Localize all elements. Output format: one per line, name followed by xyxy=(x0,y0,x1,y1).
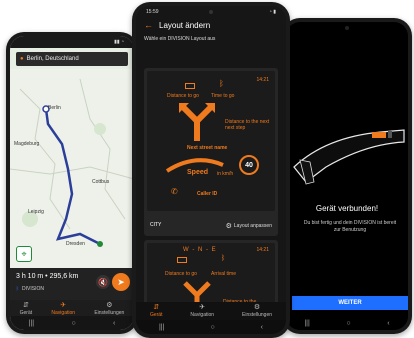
phone-icon: ✆ xyxy=(171,187,178,196)
layout-card-second[interactable]: 14:21 W - N - E ᛒ Distance to go Arrival… xyxy=(144,240,278,310)
adjust-layout-label: Layout anpassen xyxy=(233,223,272,229)
map-label-dresden: Dresden xyxy=(66,241,85,247)
bluetooth-icon: ᛒ xyxy=(219,79,224,88)
tab-settings[interactable]: ⚙ Einstellungen xyxy=(242,304,272,318)
connected-message: Du bist fertig und dein DIVISION ist ber… xyxy=(303,220,397,233)
map-label-berlin: Berlin xyxy=(48,105,61,111)
bluetooth-icon: ᛒ xyxy=(16,286,20,292)
navigation-icon: ✈ xyxy=(199,304,206,311)
adjust-layout-button[interactable]: ⚙ Layout anpassen xyxy=(226,222,272,230)
brand-label: DIVISION xyxy=(22,286,44,292)
distance-to-go-label: Distance to go xyxy=(165,271,197,277)
layout-preview: 14:21 ᛒ Distance to go Time to go Distan… xyxy=(147,71,275,211)
recenter-button[interactable]: ⌖ xyxy=(16,246,32,262)
map-view[interactable]: Berlin Dresden Leipzig Cottbus Magdeburg… xyxy=(10,69,134,269)
bottom-tabbar: ⇵ Gerät ✈ Navigation ⚙ Einstellungen xyxy=(136,302,286,320)
speaker-mute-icon: 🔇 xyxy=(98,277,108,287)
start-navigation-button[interactable]: ➤ xyxy=(112,273,130,291)
header-title: Layout ändern xyxy=(159,20,211,30)
tab-label: Navigation xyxy=(190,312,215,318)
time-to-go-label: Time to go xyxy=(211,93,235,99)
route-summary: 3 h 10 m • 295,6 km xyxy=(16,273,79,280)
route-info-panel: 3 h 10 m • 295,6 km ᛒ DIVISION 🔇 ➤ xyxy=(10,268,134,304)
location-text: Berlin, Deutschland xyxy=(26,56,79,62)
speed-limit-sign: 40 xyxy=(239,155,259,175)
bluetooth-icon: ᛒ xyxy=(221,255,226,262)
status-icons: ◔ ▮ xyxy=(268,9,276,15)
tab-label: Einstellungen xyxy=(242,312,273,318)
status-bar: ▮▮ ◔ xyxy=(10,36,134,48)
layout-name: CITY xyxy=(150,222,162,228)
camera-punch-hole xyxy=(345,26,349,30)
distance-next-label: Distance to the next next step xyxy=(225,119,270,131)
preview-time: 14:21 xyxy=(256,77,269,83)
back-icon[interactable]: ‹ xyxy=(261,324,263,331)
speed-limit-value: 40 xyxy=(245,161,253,169)
distance-to-go-label: Distance to go xyxy=(167,93,199,99)
device-icon: ⇵ xyxy=(153,304,160,311)
recents-icon[interactable]: ||| xyxy=(29,320,34,327)
speed-unit-label: in km/h xyxy=(217,171,234,177)
tab-label: Gerät xyxy=(149,312,163,318)
map-graphic xyxy=(10,69,134,269)
map-label-magdeburg: Magdeburg xyxy=(14,141,40,147)
street-name-label: Next street name xyxy=(187,145,228,151)
preview-time: 14:21 xyxy=(256,247,269,253)
location-pin-icon: ● xyxy=(20,56,24,62)
header: ← Layout ändern xyxy=(144,20,210,30)
arrival-time-label: Arrival time xyxy=(211,271,237,277)
bottom-tabbar: ⇵ Gerät ✈ Navigation ⚙ Einstellungen xyxy=(10,300,134,316)
tab-device[interactable]: ⇵ Gerät xyxy=(20,302,33,316)
continue-button[interactable]: WEITER xyxy=(292,296,408,310)
brand-row: ᛒ DIVISION xyxy=(16,286,44,292)
battery-icon xyxy=(185,83,195,89)
navigation-arrow-icon: ➤ xyxy=(117,276,125,287)
tab-navigation[interactable]: ✈ Navigation xyxy=(51,302,75,316)
layout-card-city[interactable]: 14:21 ᛒ Distance to go Time to go Distan… xyxy=(144,68,278,236)
connected-title: Gerät verbunden! xyxy=(315,204,379,213)
phone-navigation: ▮▮ ◔ ● Berlin, Deutschland Berlin Dresde… xyxy=(6,32,138,334)
connected-screen: Gerät verbunden! Du bist fertig und dein… xyxy=(286,22,408,330)
status-time: 15:59 xyxy=(146,9,159,15)
tab-navigation[interactable]: ✈ Navigation xyxy=(190,304,214,318)
crosshair-icon: ⌖ xyxy=(21,248,27,259)
home-icon[interactable]: ○ xyxy=(346,320,350,327)
tab-settings[interactable]: ⚙ Einstellungen xyxy=(94,302,124,316)
layout-screen: 15:59 ◔ ▮ ← Layout ändern Wähle ein DIVI… xyxy=(136,6,286,334)
turn-arrow-icon xyxy=(179,103,215,141)
layout-subtitle: Wähle ein DIVISION Layout aus xyxy=(144,36,216,42)
gear-icon: ⚙ xyxy=(225,223,232,230)
recents-icon[interactable]: ||| xyxy=(159,324,164,331)
gear-icon: ⚙ xyxy=(253,304,261,311)
status-bar: 15:59 ◔ ▮ xyxy=(136,6,286,18)
home-icon[interactable]: ○ xyxy=(210,324,214,331)
layout-preview-2: 14:21 W - N - E ᛒ Distance to go Arrival… xyxy=(147,243,275,309)
gear-icon: ⚙ xyxy=(106,302,113,309)
back-icon[interactable]: ‹ xyxy=(113,320,115,327)
caller-id-label: Caller ID xyxy=(197,191,218,197)
system-navbar: ||| ○ ‹ xyxy=(286,316,408,330)
device-icon: ⇵ xyxy=(22,302,29,309)
system-navbar: ||| ○ ‹ xyxy=(10,316,134,330)
compass-label: W - N - E xyxy=(183,247,217,253)
status-icons: ▮▮ ◔ xyxy=(114,39,124,45)
back-icon[interactable]: ‹ xyxy=(387,320,389,327)
system-navbar: ||| ○ ‹ xyxy=(136,320,286,334)
navigation-icon: ✈ xyxy=(60,302,67,309)
speed-label: Speed xyxy=(187,169,209,176)
home-icon[interactable]: ○ xyxy=(71,320,75,327)
phone-connected: Gerät verbunden! Du bist fertig und dein… xyxy=(282,18,412,334)
device-illustration xyxy=(293,129,405,185)
battery-icon xyxy=(177,257,187,263)
recents-icon[interactable]: ||| xyxy=(304,320,309,327)
map-label-leipzig: Leipzig xyxy=(28,209,44,215)
location-search[interactable]: ● Berlin, Deutschland xyxy=(16,52,128,66)
phone-layout: 15:59 ◔ ▮ ← Layout ändern Wähle ein DIVI… xyxy=(132,2,290,338)
mute-button[interactable]: 🔇 xyxy=(96,275,110,289)
navigation-screen: ▮▮ ◔ ● Berlin, Deutschland Berlin Dresde… xyxy=(10,36,134,330)
map-label-cottbus: Cottbus xyxy=(92,179,110,185)
back-arrow-icon[interactable]: ← xyxy=(144,20,153,30)
tab-device[interactable]: ⇵ Gerät xyxy=(150,304,163,318)
